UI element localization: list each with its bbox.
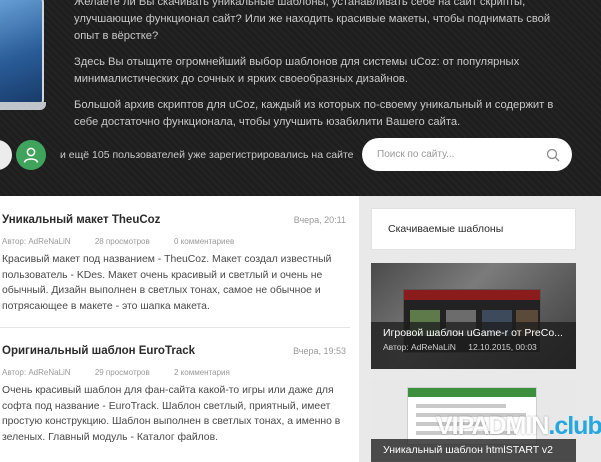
article-comments[interactable]: 0 комментариев: [174, 237, 234, 246]
watermark-domain: .club: [548, 412, 601, 440]
card-caption: Игровой шаблон uGame-r от PreCo... Автор…: [371, 322, 576, 369]
article-date: Вчера, 20:11: [293, 215, 346, 225]
hero-paragraph: Большой архив скриптов для uCoz, каждый …: [74, 99, 554, 128]
hero-description: Желаете ли Вы скачивать уникальные шабло…: [74, 0, 562, 140]
registered-users-text: и ещё 105 пользователей уже зарегистриро…: [60, 149, 354, 161]
article-comments[interactable]: 2 комментария: [174, 368, 230, 377]
article-meta: Автор: AdReNaLiN 28 просмотров 0 коммент…: [2, 237, 256, 246]
watermark: VIPADMIN.club: [436, 412, 601, 441]
site-search[interactable]: [362, 138, 572, 171]
article-divider: [0, 327, 350, 328]
article-views: 29 просмотров: [94, 368, 150, 377]
card-meta: Автор: AdReNaLiN 12.10.2015, 00:03: [383, 342, 564, 352]
watermark-text: VIPADMIN: [436, 412, 549, 440]
article-views: 28 просмотров: [94, 237, 150, 246]
template-card[interactable]: Игровой шаблон uGame-r от PreCo... Автор…: [371, 263, 576, 369]
article-date: Вчера, 19:53: [293, 346, 346, 356]
article-title[interactable]: Оригинальный шаблон EuroTrack: [2, 345, 195, 357]
sidebar: Скачиваемые шаблоны Игровой шаблон uGame…: [371, 208, 576, 462]
article-author[interactable]: Автор: AdReNaLiN: [2, 368, 71, 377]
card-title[interactable]: Уникальный шаблон htmlSTART v2: [383, 444, 564, 456]
article-meta: Автор: AdReNaLiN 29 просмотров 2 коммент…: [2, 368, 252, 377]
card-author: Автор: AdReNaLiN: [383, 342, 456, 352]
article-body: Красивый макет под названием - TheuCoz. …: [2, 254, 332, 312]
card-date: 12.10.2015, 00:03: [468, 342, 537, 352]
sidebar-header: Скачиваемые шаблоны: [371, 208, 576, 250]
article-list: Уникальный макет TheuCoz Вчера, 20:11 Ав…: [0, 196, 359, 462]
card-caption: Уникальный шаблон htmlSTART v2: [371, 439, 576, 462]
user-icon: [23, 147, 39, 163]
hero-section: Желаете ли Вы скачивать уникальные шабло…: [0, 0, 601, 196]
laptop-base: [0, 102, 46, 110]
hero-paragraph: Желаете ли Вы скачивать уникальные шабло…: [74, 0, 551, 42]
hero-paragraph: Здесь Вы отыщите огромнейший выбор шабло…: [74, 56, 520, 85]
search-icon[interactable]: [546, 148, 560, 162]
article-title[interactable]: Уникальный макет TheuCoz: [2, 214, 160, 226]
laptop-image: [0, 0, 44, 106]
user-avatar[interactable]: [16, 140, 46, 170]
article-author[interactable]: Автор: AdReNaLiN: [2, 237, 71, 246]
card-title[interactable]: Игровой шаблон uGame-r от PreCo...: [383, 327, 564, 339]
search-input[interactable]: [377, 149, 546, 160]
article-body: Очень красивый шаблон для фан-сайта како…: [2, 385, 341, 443]
user-avatar[interactable]: [0, 140, 12, 170]
